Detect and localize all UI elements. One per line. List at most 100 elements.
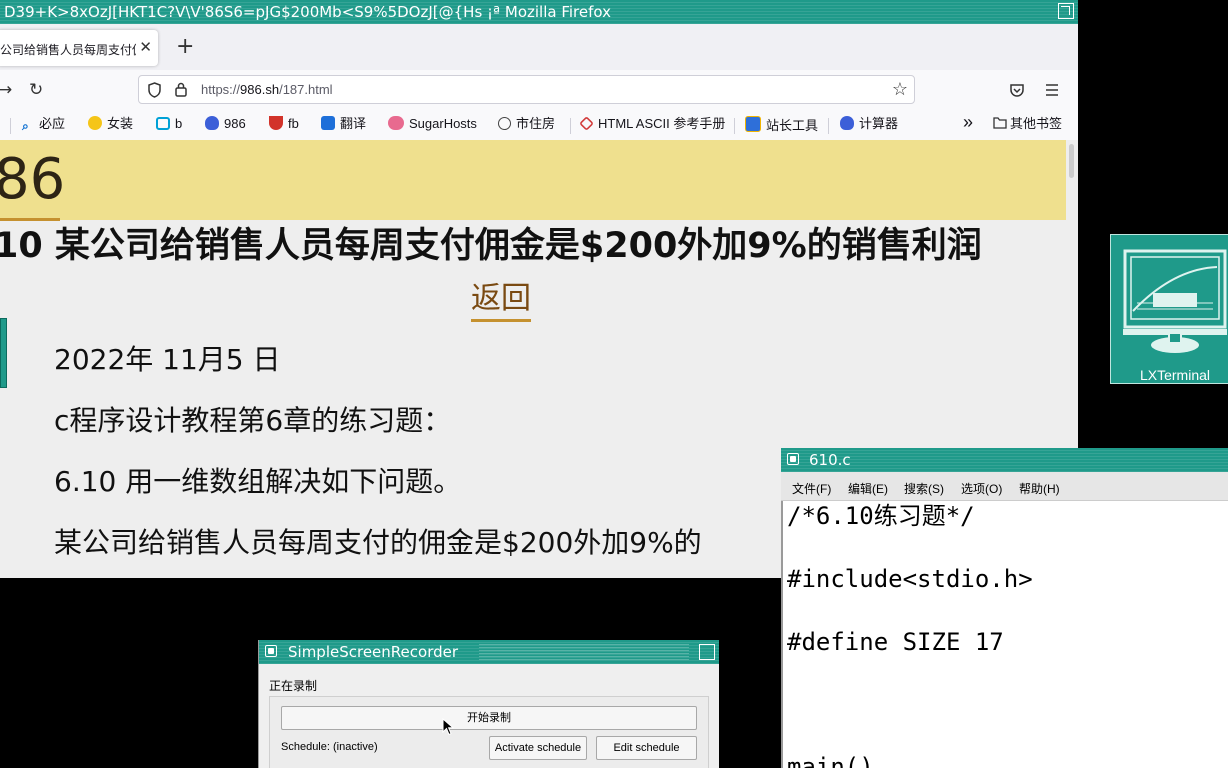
- shield-icon[interactable]: [147, 82, 162, 98]
- mouse-cursor-icon: [442, 718, 454, 736]
- tab-bar: 公司给销售人员每周支付佣 ✕ +: [0, 24, 1078, 70]
- window-menu-icon[interactable]: [787, 453, 799, 465]
- page-title: 10 某公司给销售人员每周支付佣金是$200外加9%的销售利润: [0, 226, 982, 266]
- url-text[interactable]: https://986.sh/187.html: [201, 82, 333, 97]
- bookmark-separator: [10, 118, 11, 134]
- bookmark-fanyi[interactable]: 翻译: [321, 116, 366, 132]
- edit-schedule-button[interactable]: Edit schedule: [596, 736, 697, 760]
- scrollbar-thumb[interactable]: [1069, 144, 1074, 178]
- tool-icon: [745, 116, 761, 132]
- schedule-status: Schedule: (inactive): [281, 741, 378, 753]
- bookmark-label: fb: [288, 116, 299, 131]
- cloud-icon: [388, 116, 404, 130]
- lock-icon[interactable]: [175, 82, 187, 97]
- editor-menubar: 文件(F) 编辑(E) 搜索(S) 选项(O) 帮助(H): [781, 472, 1228, 501]
- logo-underline: [0, 218, 60, 221]
- url-scheme: https://: [201, 82, 241, 97]
- screen-recorder-window: SimpleScreenRecorder 正在录制 开始录制 Schedule:…: [258, 640, 719, 768]
- bookmark-biying[interactable]: ⌕ 必应: [22, 116, 66, 133]
- other-bookmarks-label: 其他书签: [1010, 116, 1063, 131]
- bookmark-shizhufang[interactable]: 市住房: [498, 116, 555, 132]
- bookmark-986[interactable]: 986: [205, 116, 246, 132]
- bookmark-label: SugarHosts: [409, 116, 477, 131]
- new-tab-icon[interactable]: +: [176, 36, 194, 58]
- bookmark-b[interactable]: b: [156, 116, 182, 132]
- globe-icon: [498, 117, 511, 130]
- bookmark-label: 女装: [107, 116, 134, 131]
- tab-current[interactable]: 公司给销售人员每周支付佣 ✕: [0, 30, 158, 66]
- recorder-titlebar[interactable]: SimpleScreenRecorder: [259, 640, 719, 664]
- bookmark-html-ascii[interactable]: HTML ASCII 参考手册: [579, 116, 726, 132]
- code-line: main(): [787, 753, 874, 768]
- bookmark-label: 市住房: [516, 116, 556, 131]
- bookmarks-overflow-icon[interactable]: »: [963, 113, 973, 131]
- side-accent: [0, 318, 7, 388]
- bookmark-label: 站长工具: [766, 118, 819, 133]
- site-logo[interactable]: 86: [0, 144, 65, 216]
- translate-icon: [321, 116, 335, 130]
- bookmark-fb[interactable]: fb: [269, 116, 299, 132]
- firefox-titlebar[interactable]: D39+K>8xOzJ[HKT1C?V\V'86S6=pJG$200Mb<S9%…: [0, 0, 1078, 24]
- menu-search[interactable]: 搜索(S): [904, 480, 944, 497]
- menu-icon[interactable]: [1045, 83, 1059, 97]
- bookmark-label: 必应: [39, 116, 66, 131]
- paragraph-date: 2022年 11月5 日: [54, 343, 281, 376]
- lxterminal-desktop-icon[interactable]: LXTerminal: [1110, 234, 1228, 384]
- bookmark-zhanzhang[interactable]: 站长工具: [745, 116, 818, 134]
- menu-options[interactable]: 选项(O): [961, 480, 1002, 497]
- reload-icon[interactable]: ↻: [29, 80, 43, 100]
- bookmark-sugarhosts[interactable]: SugarHosts: [388, 116, 477, 132]
- star-icon[interactable]: ☆: [892, 79, 908, 100]
- bowl-icon: [269, 116, 283, 130]
- code-line: /*6.10练习题*/: [787, 502, 975, 530]
- paragraph-intro: c程序设计教程第6章的练习题：: [54, 404, 452, 437]
- paw-icon: [205, 116, 219, 130]
- editor-titlebar[interactable]: 610.c: [781, 448, 1228, 472]
- window-menu-icon[interactable]: [265, 645, 277, 657]
- menu-file[interactable]: 文件(F): [792, 480, 831, 497]
- url-domain: 986.sh: [240, 82, 280, 97]
- terminal-icon: [1123, 249, 1227, 353]
- paragraph-exercise: 6.10 用一维数组解决如下问题。: [54, 465, 462, 498]
- url-path: /187.html: [279, 82, 333, 97]
- url-bar[interactable]: https://986.sh/187.html ☆: [138, 75, 915, 104]
- bookmark-label: HTML ASCII 参考手册: [598, 116, 726, 131]
- forward-icon[interactable]: →: [0, 80, 12, 100]
- titlebar-fill: [479, 644, 689, 660]
- recorder-title: SimpleScreenRecorder: [288, 643, 459, 661]
- maximize-icon[interactable]: [699, 644, 715, 660]
- paragraph-problem: 某公司给销售人员每周支付的佣金是$200外加9%的: [54, 526, 702, 559]
- editor-text-area[interactable]: /*6.10练习题*/ #include<stdio.h> #define SI…: [781, 501, 1228, 768]
- bookmark-label: b: [175, 116, 183, 131]
- tab-title: 公司给销售人员每周支付佣: [0, 43, 136, 57]
- tv-icon: [156, 117, 170, 130]
- recording-status: 正在录制: [269, 679, 318, 693]
- face-icon: [88, 116, 102, 130]
- menu-help[interactable]: 帮助(H): [1019, 480, 1060, 497]
- bookmarks-toolbar: ⌕ 必应 女装 b 986 fb 翻译 SugarHosts 市住房 HTML A…: [0, 110, 1078, 141]
- back-link[interactable]: 返回: [471, 279, 531, 322]
- navigation-bar: → ↻ https://986.sh/187.html ☆: [0, 70, 1078, 110]
- folder-icon: [993, 117, 1007, 129]
- editor-title: 610.c: [809, 451, 851, 469]
- window-title: D39+K>8xOzJ[HKT1C?V\V'86S6=pJG$200Mb<S9%…: [4, 3, 611, 21]
- code-line: #include<stdio.h>: [787, 565, 1033, 593]
- paw-icon: [840, 116, 854, 130]
- bookmark-nvzhuang[interactable]: 女装: [88, 116, 133, 132]
- menu-edit[interactable]: 编辑(E): [848, 480, 888, 497]
- bookmark-label: 计算器: [859, 116, 899, 131]
- bookmark-jisuanqi[interactable]: 计算器: [840, 116, 898, 132]
- close-icon[interactable]: ✕: [139, 38, 152, 56]
- bookmark-separator: [570, 118, 571, 134]
- bookmark-separator: [734, 118, 735, 134]
- bookmark-label: 翻译: [340, 116, 367, 131]
- other-bookmarks[interactable]: 其他书签: [993, 116, 1062, 132]
- start-recording-button[interactable]: 开始录制: [281, 706, 697, 730]
- text-editor-window: 610.c 文件(F) 编辑(E) 搜索(S) 选项(O) 帮助(H) /*6.…: [781, 448, 1228, 768]
- pocket-icon[interactable]: [1009, 82, 1025, 98]
- site-header: [0, 140, 1066, 220]
- cube-icon: [579, 116, 594, 131]
- activate-schedule-button[interactable]: Activate schedule: [489, 736, 587, 760]
- code-line: #define SIZE 17: [787, 628, 1004, 656]
- maximize-icon[interactable]: [1058, 3, 1074, 19]
